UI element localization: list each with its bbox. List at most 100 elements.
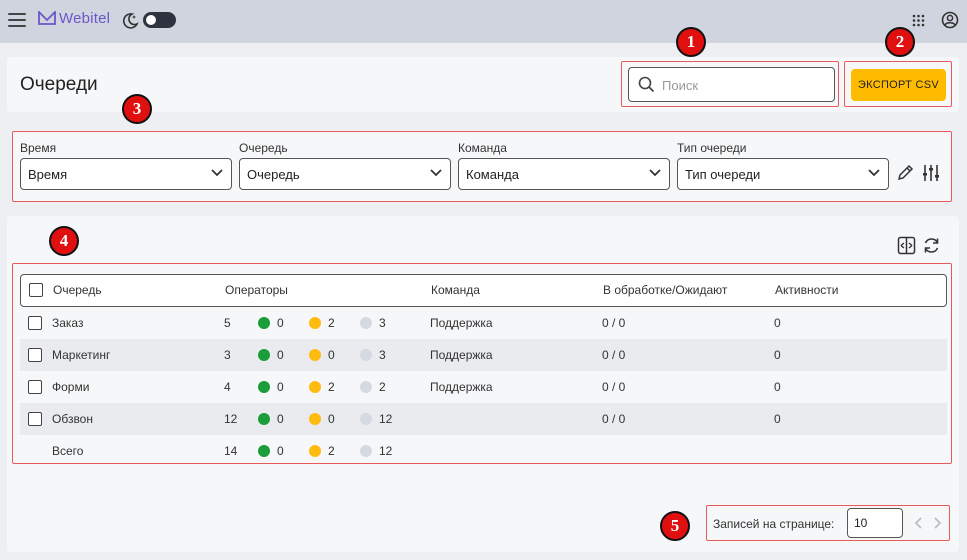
rows-per-page-label: Записей на странице:: [713, 517, 835, 531]
queue-name: Всего: [52, 444, 84, 458]
operators-count: 5: [224, 316, 231, 330]
column-settings-icon[interactable]: [897, 236, 916, 255]
filter-queue: Очередь Очередь: [239, 141, 451, 190]
chevron-down-icon: [211, 169, 223, 177]
status-offline: 3: [360, 307, 386, 339]
logo[interactable]: Webitel: [38, 9, 110, 27]
row-checkbox[interactable]: [28, 316, 42, 330]
free-count: 0: [277, 348, 284, 362]
busy-count: 2: [328, 316, 335, 330]
row-checkbox[interactable]: [28, 380, 42, 394]
filter-time: Время Время: [20, 141, 232, 190]
top-bar: Webitel: [0, 0, 967, 43]
table-header: Очередь Операторы Команда В обработке/Ож…: [20, 274, 947, 307]
offline-count: 3: [379, 348, 386, 362]
status-busy: 0: [309, 403, 335, 435]
status-dot-busy-icon: [309, 317, 321, 329]
filter-team-select[interactable]: Команда: [458, 158, 670, 190]
chevron-down-icon: [868, 169, 880, 177]
column-header-processing[interactable]: В обработке/Ожидают: [603, 275, 727, 306]
queue-name: Обзвон: [52, 412, 93, 426]
column-header-activity[interactable]: Активности: [775, 275, 838, 306]
processing-waiting: 0 / 0: [602, 316, 626, 330]
pagination: Записей на странице: 10: [706, 505, 950, 541]
status-dot-offline-icon: [360, 445, 372, 457]
offline-count: 2: [379, 380, 386, 394]
status-busy: 2: [309, 307, 335, 339]
account-icon[interactable]: [941, 11, 959, 29]
status-free: 0: [258, 435, 284, 467]
filter-time-select[interactable]: Время: [20, 158, 232, 190]
webitel-logo-icon: [38, 11, 56, 25]
processing-waiting: 0 / 0: [602, 380, 626, 394]
busy-count: 0: [328, 348, 335, 362]
activity-count: 0: [774, 316, 781, 330]
table-row[interactable]: Обзвон 12 0 0 12 0 / 0 0: [20, 403, 947, 435]
moon-icon[interactable]: [121, 12, 139, 30]
chevron-right-icon[interactable]: [933, 517, 941, 529]
status-offline: 2: [360, 371, 386, 403]
status-free: 0: [258, 307, 284, 339]
queue-name: Форми: [52, 380, 90, 394]
pencil-icon[interactable]: [896, 164, 914, 182]
annotation-marker: 3: [122, 94, 152, 124]
select-all-checkbox[interactable]: [29, 283, 43, 297]
column-header-team[interactable]: Команда: [431, 275, 480, 306]
status-dot-free-icon: [258, 445, 270, 457]
rows-per-page-input[interactable]: 10: [847, 508, 903, 538]
offline-count: 12: [379, 412, 393, 426]
processing-waiting: 0 / 0: [602, 412, 626, 426]
team-name: Поддержка: [430, 348, 493, 362]
annotation-marker: 2: [885, 27, 915, 57]
offline-count: 3: [379, 316, 386, 330]
team-name: Поддержка: [430, 316, 493, 330]
queue-name: Заказ: [52, 316, 84, 330]
chevron-left-icon[interactable]: [915, 517, 923, 529]
table-row[interactable]: Всего 14 0 2 12: [20, 435, 947, 467]
filter-queue-type-select[interactable]: Тип очереди: [677, 158, 889, 190]
status-busy: 2: [309, 435, 335, 467]
status-dot-offline-icon: [360, 413, 372, 425]
status-dot-offline-icon: [360, 381, 372, 393]
export-csv-button[interactable]: ЭКСПОРТ CSV: [851, 69, 946, 101]
annotation-marker: 4: [49, 226, 79, 256]
sliders-icon[interactable]: [921, 163, 941, 183]
menu-icon[interactable]: [8, 13, 26, 27]
filter-team: Команда Команда: [458, 141, 670, 190]
status-dot-free-icon: [258, 349, 270, 361]
logo-text: Webitel: [59, 9, 111, 27]
table-row[interactable]: Маркетинг 3 0 0 3 Поддержка 0 / 0 0: [20, 339, 947, 371]
search-icon: [638, 76, 655, 93]
status-dot-busy-icon: [309, 445, 321, 457]
free-count: 0: [277, 444, 284, 458]
busy-count: 2: [328, 380, 335, 394]
status-dot-offline-icon: [360, 317, 372, 329]
filter-label: Время: [20, 141, 57, 155]
chevron-down-icon: [430, 169, 442, 177]
refresh-icon[interactable]: [922, 236, 941, 255]
busy-count: 2: [328, 444, 335, 458]
table-row[interactable]: Форми 4 0 2 2 Поддержка 0 / 0 0: [20, 371, 947, 403]
filter-value: Время: [28, 167, 68, 182]
search-input[interactable]: [662, 76, 822, 94]
team-name: Поддержка: [430, 380, 493, 394]
status-dot-free-icon: [258, 317, 270, 329]
apps-grid-icon[interactable]: [912, 14, 925, 27]
status-busy: 0: [309, 339, 335, 371]
operators-count: 12: [224, 412, 238, 426]
free-count: 0: [277, 412, 284, 426]
filter-label: Тип очереди: [677, 141, 747, 155]
status-free: 0: [258, 339, 284, 371]
status-busy: 2: [309, 371, 335, 403]
activity-count: 0: [774, 412, 781, 426]
row-checkbox[interactable]: [28, 412, 42, 426]
theme-toggle[interactable]: [143, 12, 176, 28]
search-field[interactable]: [628, 67, 835, 102]
annotation-marker: 5: [660, 511, 690, 541]
filter-queue-select[interactable]: Очередь: [239, 158, 451, 190]
table-row[interactable]: Заказ 5 0 2 3 Поддержка 0 / 0 0: [20, 307, 947, 339]
column-header-queue[interactable]: Очередь: [53, 275, 102, 306]
column-header-operators[interactable]: Операторы: [225, 275, 288, 306]
filter-value: Тип очереди: [685, 167, 761, 182]
row-checkbox[interactable]: [28, 348, 42, 362]
